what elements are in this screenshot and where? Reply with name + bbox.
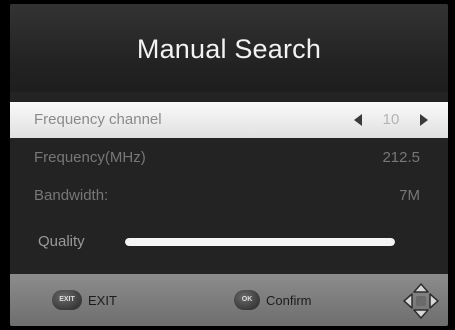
menu-row-frequency-mhz[interactable]: Frequency(MHz) 212.5 (10, 140, 448, 176)
ok-key-icon: OK (234, 290, 260, 310)
confirm-button[interactable]: OK Confirm (234, 288, 312, 312)
quality-bar (125, 238, 395, 246)
confirm-label: Confirm (266, 292, 312, 308)
menu-row-frequency-channel[interactable]: Frequency channel 10 (10, 102, 448, 138)
bandwidth-label: Bandwidth: (34, 187, 109, 204)
exit-key-icon: EXIT (52, 290, 82, 310)
bandwidth-value: 7M (399, 187, 420, 204)
title-bar: Manual Search (10, 4, 448, 92)
frequency-mhz-value: 212.5 (382, 149, 420, 166)
quality-label: Quality (38, 233, 85, 250)
footer-bar: EXIT EXIT OK Confirm (10, 274, 448, 326)
exit-button[interactable]: EXIT EXIT (52, 288, 117, 312)
manual-search-screen: Manual Search Frequency channel 10 Frequ… (10, 4, 448, 326)
menu-row-bandwidth[interactable]: Bandwidth: 7M (10, 178, 448, 214)
quality-bar-fill (125, 238, 395, 246)
frequency-channel-value: 10 (382, 111, 400, 128)
page-title: Manual Search (136, 34, 322, 64)
dpad-icon (403, 283, 439, 319)
arrow-right-icon[interactable] (420, 114, 428, 126)
arrow-left-icon[interactable] (354, 114, 362, 126)
exit-label: EXIT (88, 292, 117, 308)
frequency-channel-selector[interactable]: 10 (348, 111, 434, 129)
frequency-channel-label: Frequency channel (34, 111, 162, 128)
frequency-mhz-label: Frequency(MHz) (34, 149, 146, 166)
